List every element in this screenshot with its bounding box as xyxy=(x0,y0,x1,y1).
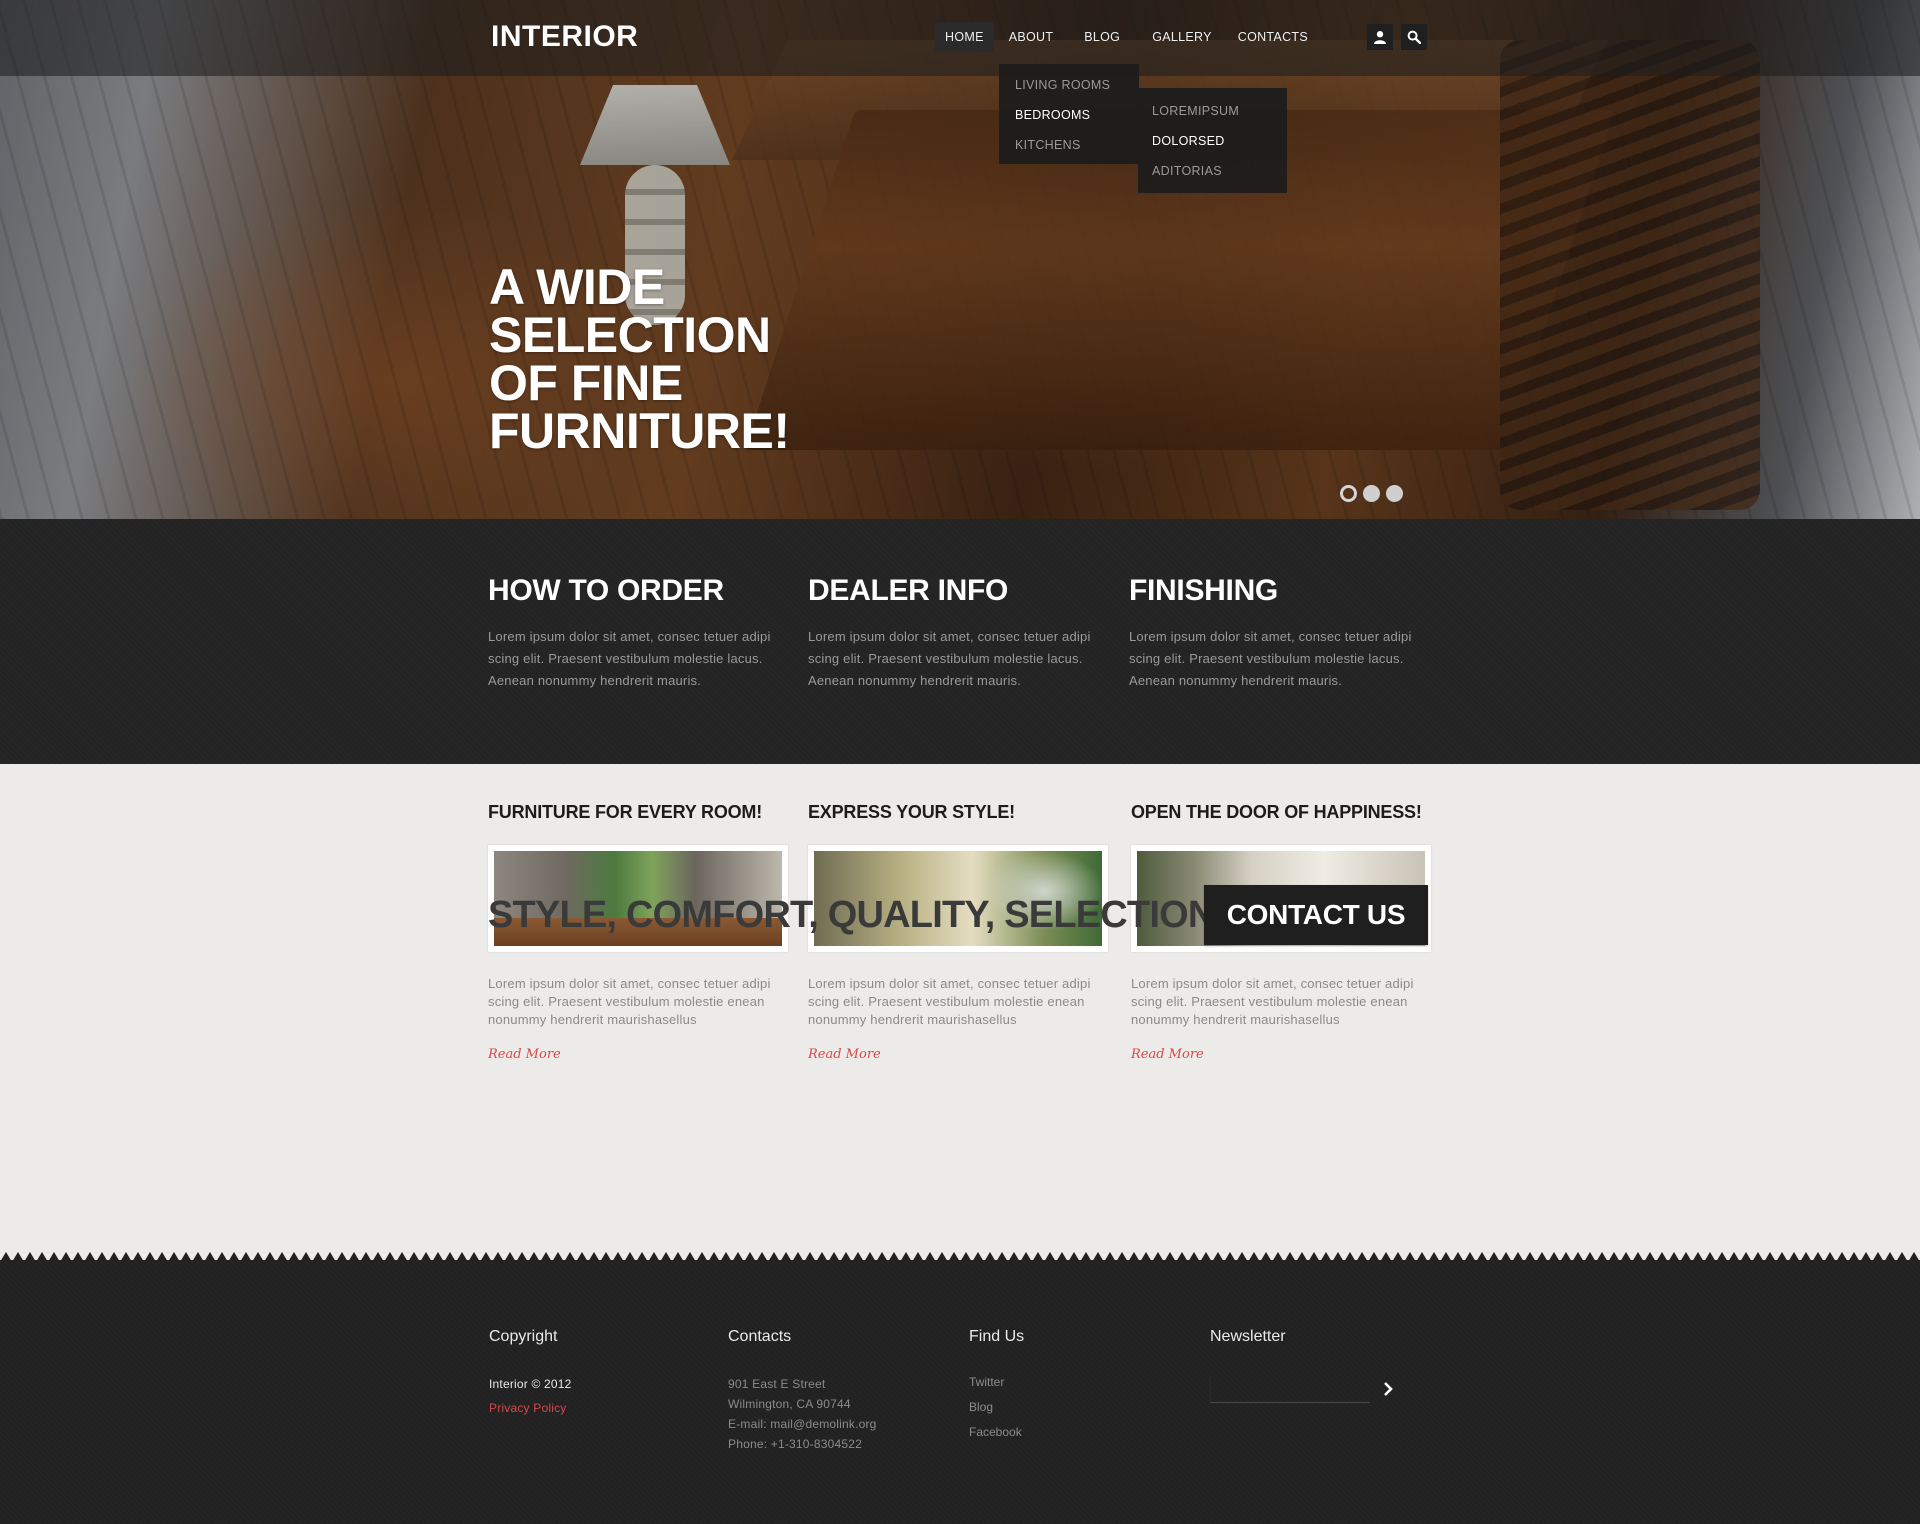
hero-title-line: SELECTION xyxy=(489,307,771,363)
slider-dot-2[interactable] xyxy=(1363,485,1380,502)
dropdown-item-living-rooms[interactable]: LIVING ROOMS xyxy=(999,70,1139,100)
header-bar: INTERIOR HOME ABOUT BLOG GALLERY CONTACT… xyxy=(0,0,1920,76)
info-dealer-info: DEALER INFO Lorem ipsum dolor sit amet, … xyxy=(808,574,1098,692)
cta-tagline: STYLE, COMFORT, QUALITY, SELECTION! xyxy=(488,894,1227,936)
info-title: FINISHING xyxy=(1129,574,1278,607)
read-more-link[interactable]: Read More xyxy=(488,1047,561,1062)
nav-about[interactable]: ABOUT xyxy=(998,22,1065,52)
info-section: HOW TO ORDER Lorem ipsum dolor sit amet,… xyxy=(0,519,1920,764)
feature-text: Lorem ipsum dolor sit amet, consec tetue… xyxy=(808,976,1091,1027)
twitter-link[interactable]: Twitter xyxy=(969,1370,1024,1395)
hero-overlay xyxy=(0,0,1920,519)
search-button[interactable] xyxy=(1401,24,1427,50)
main-nav: HOME ABOUT BLOG GALLERY CONTACTS xyxy=(935,22,1322,52)
footer-copyright: Copyright Interior © 2012 Privacy Policy xyxy=(489,1328,572,1418)
feature-text: Lorem ipsum dolor sit amet, consec tetue… xyxy=(1131,976,1414,1027)
info-finishing: FINISHING Lorem ipsum dolor sit amet, co… xyxy=(1129,574,1419,692)
facebook-link[interactable]: Facebook xyxy=(969,1420,1024,1445)
submenu-item-dolorsed[interactable]: DOLORSED xyxy=(1138,126,1287,156)
feature-title: EXPRESS YOUR STYLE! xyxy=(808,802,1015,822)
info-text: Lorem ipsum dolor sit amet, consec tetue… xyxy=(808,629,1091,688)
slider-dot-1[interactable] xyxy=(1340,485,1357,502)
user-icon xyxy=(1374,31,1386,44)
submenu-item-aditorias[interactable]: ADITORIAS xyxy=(1138,156,1287,186)
footer-heading: Contacts xyxy=(728,1328,792,1345)
footer-heading: Newsletter xyxy=(1210,1328,1286,1345)
info-how-to-order: HOW TO ORDER Lorem ipsum dolor sit amet,… xyxy=(488,574,778,692)
site-logo[interactable]: INTERIOR xyxy=(491,20,638,54)
hero-title-line: OF FINE xyxy=(489,355,683,411)
feature-title: OPEN THE DOOR OF HAPPINESS! xyxy=(1131,802,1422,822)
feature-text: Lorem ipsum dolor sit amet, consec tetue… xyxy=(488,976,771,1027)
bedrooms-submenu: LOREMIPSUM DOLORSED ADITORIAS xyxy=(1138,88,1287,193)
copyright-text: Interior © 2012 xyxy=(489,1377,572,1391)
privacy-policy-link[interactable]: Privacy Policy xyxy=(489,1398,572,1418)
footer-newsletter: Newsletter xyxy=(1210,1328,1286,1374)
newsletter-submit-button[interactable] xyxy=(1378,1378,1398,1400)
feature-title: FURNITURE FOR EVERY ROOM! xyxy=(488,802,763,822)
footer-heading: Copyright xyxy=(489,1328,558,1345)
user-button[interactable] xyxy=(1367,24,1393,50)
info-text: Lorem ipsum dolor sit amet, consec tetue… xyxy=(1129,629,1412,688)
info-title: DEALER INFO xyxy=(808,574,1009,607)
slider-dot-3[interactable] xyxy=(1386,485,1403,502)
features-section: FURNITURE FOR EVERY ROOM! Lorem ipsum do… xyxy=(0,764,1920,1264)
info-text: Lorem ipsum dolor sit amet, consec tetue… xyxy=(488,629,771,688)
contact-city: Wilmington, CA 90744 xyxy=(728,1397,851,1411)
slider-pagination xyxy=(1340,485,1409,502)
contact-phone: Phone: +1-310-8304522 xyxy=(728,1437,862,1451)
footer-contacts: Contacts 901 East E Street Wilmington, C… xyxy=(728,1328,877,1454)
read-more-link[interactable]: Read More xyxy=(808,1047,881,1062)
contact-email: E-mail: mail@demolink.org xyxy=(728,1417,877,1431)
nav-gallery[interactable]: GALLERY xyxy=(1140,22,1224,52)
about-dropdown: LIVING ROOMS BEDROOMS KITCHENS xyxy=(999,64,1139,164)
footer: Copyright Interior © 2012 Privacy Policy… xyxy=(0,1260,1920,1524)
newsletter-email-input[interactable] xyxy=(1210,1375,1370,1403)
nav-blog[interactable]: BLOG xyxy=(1068,22,1136,52)
nav-contacts[interactable]: CONTACTS xyxy=(1228,22,1318,52)
info-title: HOW TO ORDER xyxy=(488,574,724,607)
footer-heading: Find Us xyxy=(969,1328,1025,1345)
chevron-right-icon xyxy=(1384,1382,1393,1396)
submenu-item-loremipsum[interactable]: LOREMIPSUM xyxy=(1138,96,1287,126)
contact-us-button[interactable]: CONTACT US xyxy=(1204,885,1428,945)
blog-link[interactable]: Blog xyxy=(969,1395,1024,1420)
contact-address: 901 East E Street xyxy=(728,1377,826,1391)
search-icon xyxy=(1407,30,1421,44)
footer-find-us: Find Us Twitter Blog Facebook xyxy=(969,1328,1024,1445)
hero-slider: A WIDE SELECTION OF FINE FURNITURE! xyxy=(0,0,1920,519)
read-more-link[interactable]: Read More xyxy=(1131,1047,1204,1062)
dropdown-item-kitchens[interactable]: KITCHENS xyxy=(999,130,1139,160)
nav-home[interactable]: HOME xyxy=(935,22,994,52)
dropdown-item-bedrooms[interactable]: BEDROOMS xyxy=(999,100,1139,130)
hero-title: A WIDE SELECTION OF FINE FURNITURE! xyxy=(489,259,849,459)
hero-title-line: A WIDE xyxy=(489,259,665,315)
hero-title-line: FURNITURE! xyxy=(489,403,790,459)
